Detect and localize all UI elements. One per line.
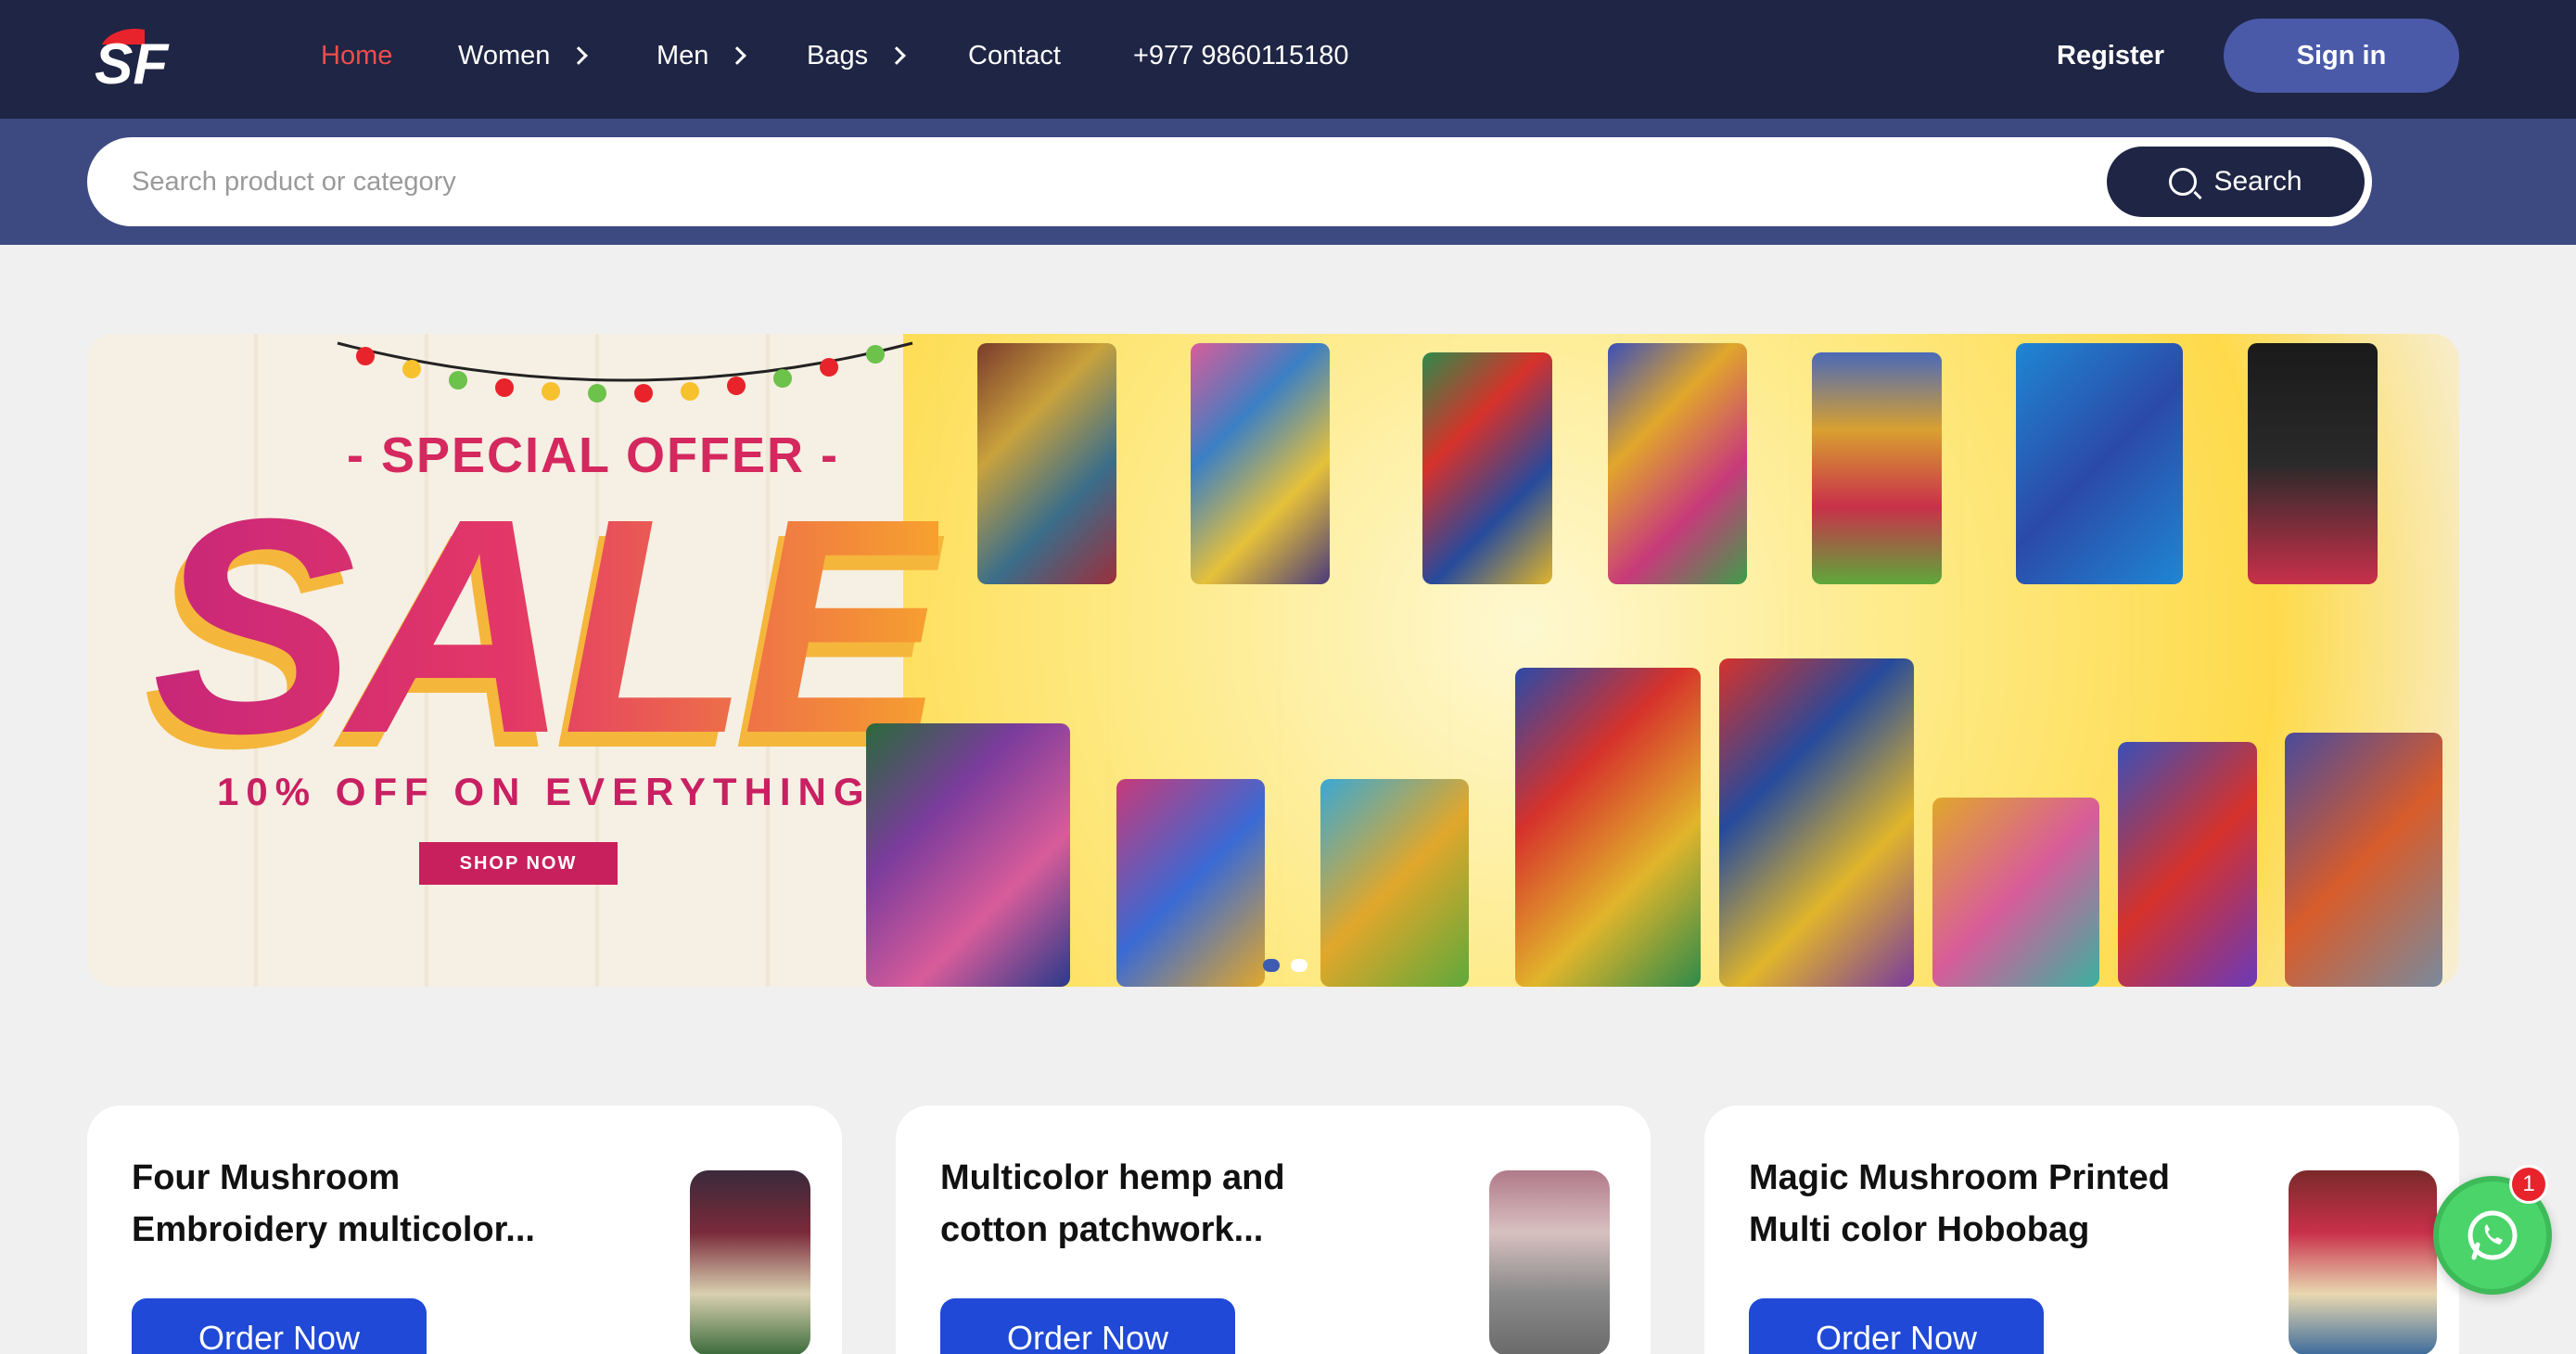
top-navbar: SF Home Women Men Bags Contact +977 9860… bbox=[0, 0, 2576, 119]
banner-headline: SALE bbox=[152, 454, 946, 797]
product-image-hoodie-1 bbox=[1515, 668, 1701, 987]
product-card-3[interactable]: Magic Mushroom Printed Multi color Hobob… bbox=[1704, 1105, 2459, 1354]
product-image-bag-1 bbox=[1116, 779, 1265, 987]
hero-banner[interactable]: - SPECIAL OFFER - SALE SALE 10% OFF ON E… bbox=[87, 334, 2459, 987]
product-card-1[interactable]: Four Mushroom Embroidery multicolor... O… bbox=[87, 1105, 842, 1354]
search-bar: Search bbox=[87, 137, 2372, 226]
product-image-bag-5 bbox=[2285, 733, 2442, 987]
product-title: Magic Mushroom Printed Multi color Hobob… bbox=[1749, 1158, 2170, 1249]
svg-text:SF: SF bbox=[95, 32, 170, 91]
product-card-2[interactable]: Multicolor hemp and cotton patchwork... … bbox=[896, 1105, 1651, 1354]
nav-home[interactable]: Home bbox=[321, 33, 392, 78]
whatsapp-icon bbox=[2468, 1210, 2518, 1260]
order-now-button[interactable]: Order Now bbox=[132, 1298, 427, 1354]
product-image-shirt-1 bbox=[2016, 343, 2183, 584]
product-thumbnail bbox=[1489, 1170, 1610, 1354]
nav-men[interactable]: Men bbox=[657, 33, 747, 78]
nav-bags[interactable]: Bags bbox=[807, 33, 907, 78]
chevron-right-icon bbox=[887, 46, 907, 65]
product-image-bag-2 bbox=[1320, 779, 1469, 987]
product-image-hoodie-2 bbox=[1719, 658, 1914, 987]
nav-phone[interactable]: +977 9860115180 bbox=[1133, 33, 1349, 78]
string-lights-decoration bbox=[337, 341, 913, 402]
product-image-pants-1 bbox=[977, 343, 1116, 584]
product-title: Four Mushroom Embroidery multicolor... bbox=[132, 1158, 535, 1249]
product-image-top-1 bbox=[1422, 352, 1552, 584]
product-image-pants-2 bbox=[1191, 343, 1330, 584]
product-thumbnail bbox=[2289, 1170, 2437, 1354]
carousel-dots bbox=[1263, 959, 1307, 972]
product-image-pants-3 bbox=[1608, 343, 1747, 584]
register-link[interactable]: Register bbox=[2057, 33, 2164, 78]
carousel-dot-1[interactable] bbox=[1263, 959, 1280, 972]
order-now-button[interactable]: Order Now bbox=[940, 1298, 1235, 1354]
shop-now-button[interactable]: SHOP NOW bbox=[419, 842, 618, 885]
product-image-bag-3 bbox=[1932, 798, 2099, 987]
product-image-bag-4 bbox=[2118, 742, 2257, 987]
product-thumbnail bbox=[690, 1170, 810, 1354]
carousel-dot-2[interactable] bbox=[1291, 959, 1307, 972]
search-icon bbox=[2169, 168, 2198, 196]
banner-subline: 10% OFF ON EVERYTHING bbox=[217, 770, 872, 813]
product-image-top-2 bbox=[1812, 352, 1942, 584]
product-image-backpack-1 bbox=[866, 723, 1070, 987]
search-button[interactable]: Search bbox=[2107, 147, 2365, 217]
notification-badge: 1 bbox=[2509, 1165, 2548, 1204]
search-button-label: Search bbox=[2213, 166, 2302, 197]
logo[interactable]: SF bbox=[89, 24, 200, 91]
order-now-button[interactable]: Order Now bbox=[1749, 1298, 2044, 1354]
signin-button[interactable]: Sign in bbox=[2224, 19, 2459, 93]
nav-contact[interactable]: Contact bbox=[968, 33, 1061, 78]
nav-women[interactable]: Women bbox=[458, 33, 589, 78]
search-input[interactable] bbox=[132, 160, 2079, 204]
chevron-right-icon bbox=[728, 46, 747, 65]
chevron-right-icon bbox=[569, 46, 589, 65]
product-title: Multicolor hemp and cotton patchwork... bbox=[940, 1158, 1285, 1249]
product-image-dress-1 bbox=[2248, 343, 2378, 584]
